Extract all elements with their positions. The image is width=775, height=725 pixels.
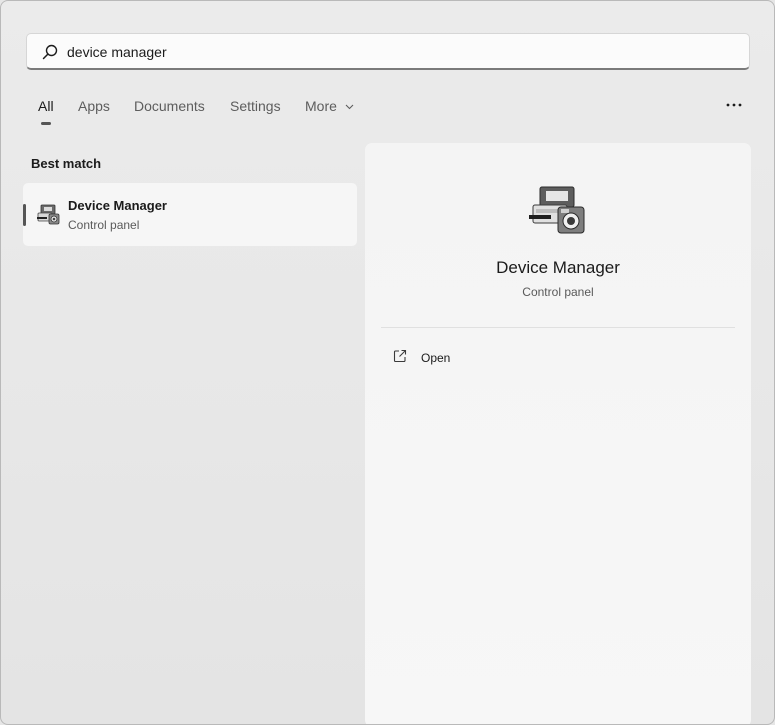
device-manager-icon [529, 186, 585, 234]
tab-label: Apps [78, 98, 110, 114]
divider [381, 327, 735, 328]
result-item-device-manager[interactable]: Device Manager Control panel [23, 183, 357, 246]
result-subtitle: Control panel [68, 218, 140, 232]
chevron-down-icon [345, 104, 354, 110]
preview-pane: Device Manager Control panel Open [365, 143, 751, 724]
active-tab-indicator [41, 122, 51, 125]
ellipsis-icon [726, 103, 742, 107]
preview-title: Device Manager [496, 258, 620, 277]
search-input[interactable] [67, 34, 727, 69]
device-manager-icon [37, 204, 60, 225]
tab-documents[interactable]: Documents [134, 98, 205, 114]
search-window: All Apps Documents Settings More Best ma… [0, 0, 775, 725]
tab-settings[interactable]: Settings [230, 98, 281, 114]
more-options-button[interactable] [719, 93, 749, 117]
open-external-icon [393, 349, 407, 363]
search-icon [42, 44, 58, 60]
open-action-label: Open [421, 351, 451, 365]
result-name: Device Manager [68, 198, 167, 213]
tab-apps[interactable]: Apps [78, 98, 110, 114]
tab-all[interactable]: All [38, 98, 54, 125]
open-action[interactable]: Open [381, 344, 735, 372]
preview-subtitle: Control panel [522, 285, 594, 299]
tab-more[interactable]: More [305, 98, 354, 114]
selection-indicator [23, 204, 26, 226]
search-box[interactable] [26, 33, 750, 70]
section-title-best-match: Best match [31, 156, 102, 171]
tab-label: Settings [230, 98, 281, 114]
tab-label: All [38, 98, 54, 114]
tab-label: More [305, 98, 337, 114]
tab-label: Documents [134, 98, 205, 114]
